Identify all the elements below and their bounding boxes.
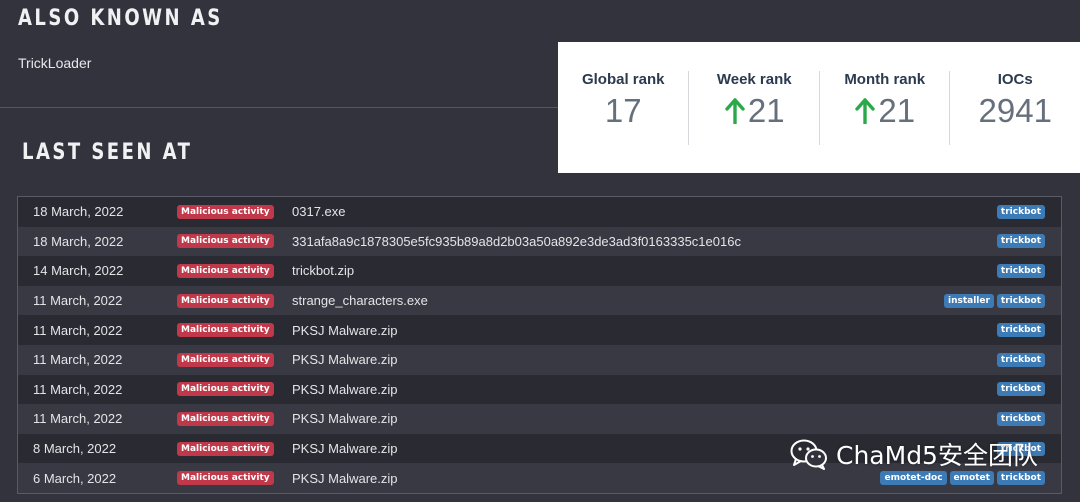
table-row[interactable]: 11 March, 2022 Malicious activity PKSJ Mal… — [18, 344, 1061, 375]
table-row[interactable]: 14 March, 2022 Malicious activity trickbot… — [18, 256, 1061, 286]
row-date: 11 March, 2022 — [33, 322, 123, 338]
row-tags: trickbot — [996, 263, 1045, 278]
malicious-status-badge: Malicious activity — [177, 352, 274, 367]
malicious-status-badge: Malicious activity — [177, 382, 274, 397]
also-known-as-heading: ALSO KNOWN AS — [18, 6, 223, 31]
week-rank-value: 21 — [747, 91, 785, 129]
table-row[interactable]: 18 March, 2022 Malicious activity 331afa8a… — [18, 226, 1061, 257]
row-file-name[interactable]: strange_characters.exe — [292, 293, 428, 308]
watermark-text: ChaMd5安全团队 — [836, 441, 1038, 470]
row-tags: trickbot — [996, 204, 1045, 219]
row-date: 6 March, 2022 — [33, 470, 117, 486]
row-tags: trickbot — [996, 382, 1045, 397]
tag-badge[interactable]: trickbot — [996, 293, 1045, 308]
row-tags: trickbot — [996, 411, 1045, 426]
last-seen-heading: LAST SEEN AT — [22, 140, 193, 165]
row-date: 11 March, 2022 — [33, 411, 123, 427]
row-date: 14 March, 2022 — [33, 263, 124, 279]
row-date: 18 March, 2022 — [33, 204, 124, 220]
tag-badge[interactable]: trickbot — [996, 352, 1045, 367]
malicious-status-badge: Malicious activity — [177, 293, 274, 308]
table-row[interactable]: 18 March, 2022 Malicious activity 0317.exe… — [18, 197, 1061, 227]
row-tags: trickbot — [996, 323, 1045, 338]
row-date: 11 March, 2022 — [33, 352, 123, 368]
rank-stats-card: Global rank 17 Week rank 21 Month rank 2… — [558, 42, 1080, 173]
malicious-status-badge: Malicious activity — [177, 204, 274, 219]
row-file-name[interactable]: PKSJ Malware.zip — [292, 411, 397, 426]
row-file-name[interactable]: PKSJ Malware.zip — [292, 382, 397, 397]
table-row[interactable]: 11 March, 2022 Malicious activity strange_… — [18, 285, 1061, 316]
tag-badge[interactable]: installer — [943, 293, 994, 308]
malicious-status-badge: Malicious activity — [177, 234, 274, 249]
month-rank-value: 21 — [878, 91, 916, 129]
iocs-stat: IOCs 2941 — [949, 70, 1080, 145]
tag-badge[interactable]: emotet-doc — [880, 471, 947, 486]
tag-badge[interactable]: trickbot — [996, 204, 1045, 219]
tag-badge[interactable]: trickbot — [996, 411, 1045, 426]
tag-badge[interactable]: emotet — [949, 471, 994, 486]
tag-badge[interactable]: trickbot — [996, 323, 1045, 338]
table-row[interactable]: 11 March, 2022 Malicious activity PKSJ Mal… — [18, 374, 1061, 405]
month-rank-stat: Month rank 21 — [818, 70, 950, 145]
row-tags: emotet-doc emotet trickbot — [880, 471, 1045, 486]
tag-badge[interactable]: trickbot — [996, 263, 1045, 278]
row-date: 11 March, 2022 — [33, 293, 123, 309]
row-tags: installer trickbot — [943, 293, 1045, 308]
malicious-status-badge: Malicious activity — [177, 471, 274, 486]
global-rank-stat: Global rank 17 — [558, 71, 688, 145]
malicious-status-badge: Malicious activity — [177, 441, 274, 456]
month-rank-label: Month rank — [844, 70, 926, 88]
week-rank-stat: Week rank 21 — [688, 70, 819, 145]
row-date: 18 March, 2022 — [33, 233, 124, 249]
malicious-status-badge: Malicious activity — [177, 263, 274, 278]
row-file-name[interactable]: PKSJ Malware.zip — [292, 471, 397, 486]
tag-badge[interactable]: trickbot — [996, 382, 1045, 397]
wechat-icon — [790, 439, 827, 470]
global-rank-label: Global rank — [581, 70, 665, 88]
row-file-name[interactable]: PKSJ Malware.zip — [292, 323, 397, 338]
iocs-value: 2941 — [978, 91, 1052, 129]
section-divider — [0, 107, 560, 108]
iocs-label: IOCs — [997, 70, 1033, 88]
row-date: 11 March, 2022 — [33, 381, 123, 397]
malicious-status-badge: Malicious activity — [177, 411, 274, 426]
arrow-up-icon — [725, 97, 745, 124]
table-row[interactable]: 11 March, 2022 Malicious activity PKSJ Mal… — [18, 315, 1061, 345]
row-file-name[interactable]: 331afa8a9c1878305e5fc935b89a8d2b03a50a89… — [292, 234, 741, 249]
global-rank-value: 17 — [604, 91, 642, 129]
table-row[interactable]: 11 March, 2022 Malicious activity PKSJ Mal… — [18, 404, 1061, 434]
arrow-up-icon — [855, 97, 876, 124]
week-rank-label: Week rank — [716, 70, 792, 88]
tag-badge[interactable]: trickbot — [996, 234, 1045, 249]
row-file-name[interactable]: trickbot.zip — [292, 263, 354, 278]
alias-value: TrickLoader — [18, 55, 92, 71]
row-file-name[interactable]: 0317.exe — [292, 204, 346, 219]
row-file-name[interactable]: PKSJ Malware.zip — [292, 352, 397, 367]
row-tags: trickbot — [996, 352, 1045, 367]
watermark: ChaMd5安全团队 — [790, 436, 1038, 472]
row-tags: trickbot — [996, 234, 1045, 249]
row-date: 8 March, 2022 — [33, 441, 117, 457]
row-file-name[interactable]: PKSJ Malware.zip — [292, 441, 397, 456]
tag-badge[interactable]: trickbot — [996, 471, 1045, 486]
malicious-status-badge: Malicious activity — [177, 323, 274, 338]
